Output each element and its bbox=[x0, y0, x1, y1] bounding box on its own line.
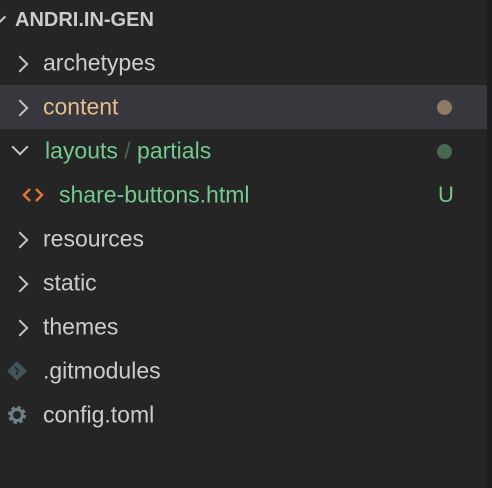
html-code-icon bbox=[22, 188, 44, 202]
git-icon bbox=[7, 361, 27, 381]
chevron-right-icon bbox=[11, 55, 29, 73]
tree-item-label: layouts / partials bbox=[45, 138, 211, 165]
tree-item-resources[interactable]: resources bbox=[0, 217, 487, 261]
chevron-right-icon bbox=[11, 319, 29, 337]
tree-item-label: static bbox=[43, 269, 97, 296]
root-folder-title: ANDRI.IN-GEN bbox=[15, 8, 154, 31]
chevron-down-icon bbox=[0, 9, 7, 25]
tree-item-label: .gitmodules bbox=[43, 357, 161, 384]
tree-item-label: config.toml bbox=[43, 401, 155, 428]
modified-dot-icon bbox=[437, 100, 452, 115]
tree-item-label: archetypes bbox=[43, 49, 156, 76]
tree-item-content[interactable]: content bbox=[0, 85, 487, 129]
tree-item-themes[interactable]: themes bbox=[0, 305, 487, 349]
tree-item-label: resources bbox=[43, 225, 144, 252]
tree-item-archetypes[interactable]: archetypes bbox=[0, 41, 487, 85]
path-separator: / bbox=[124, 137, 131, 164]
tree-item-label: themes bbox=[43, 313, 119, 340]
tree-item-label: share-buttons.html bbox=[59, 181, 250, 208]
tree-item-static[interactable]: static bbox=[0, 261, 487, 305]
chevron-right-icon bbox=[11, 275, 29, 293]
chevron-right-icon bbox=[11, 231, 29, 249]
untracked-badge: U bbox=[438, 182, 454, 207]
tree-item-label: content bbox=[43, 93, 119, 120]
explorer-root-header[interactable]: ANDRI.IN-GEN bbox=[0, 0, 487, 40]
scrollbar-track[interactable] bbox=[487, 0, 492, 488]
tree-item-layouts-partials[interactable]: layouts / partials bbox=[0, 129, 487, 173]
tree-item-share-buttons[interactable]: share-buttons.html U bbox=[0, 173, 487, 217]
folder-segment[interactable]: partials bbox=[137, 138, 211, 164]
chevron-right-icon bbox=[11, 99, 29, 117]
tree-item-config-toml[interactable]: config.toml bbox=[0, 393, 487, 437]
untracked-dot-icon bbox=[437, 144, 452, 159]
folder-segment[interactable]: layouts bbox=[45, 138, 118, 164]
gear-icon bbox=[8, 406, 26, 424]
chevron-down-icon bbox=[11, 138, 29, 156]
tree-item-gitmodules[interactable]: .gitmodules bbox=[0, 349, 487, 393]
